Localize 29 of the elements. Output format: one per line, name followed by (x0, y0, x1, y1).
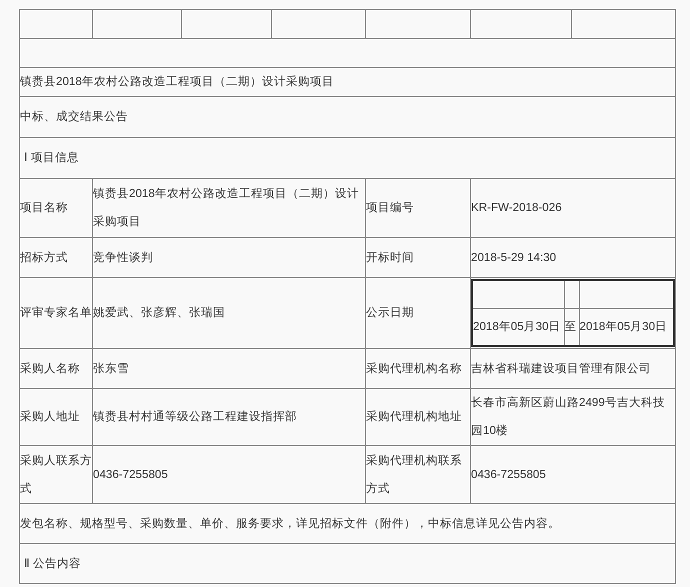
table-cell: 项目编号 (366, 178, 470, 238)
table-cell: 招标方式 (20, 238, 92, 278)
table-cell: 采购人名称 (20, 348, 92, 388)
table-cell: 2018年05月30日 (472, 308, 564, 346)
table-cell: 张东雪 (92, 348, 366, 388)
table-cell: 发包名称、规格型号、采购数量、单价、服务要求，详见招标文件（附件），中标信息详见公告内容。 (20, 504, 676, 544)
table-cell: 采购人联系方式 (20, 446, 92, 504)
table-cell: 项目名称 (20, 178, 92, 238)
table-cell: 采购人地址 (20, 388, 92, 446)
table-cell: 竞争性谈判 (92, 238, 366, 278)
table-cell: 开标时间 (366, 238, 470, 278)
table-cell: Ⅰ 项目信息 (20, 138, 676, 178)
table-cell: 公示日期 (366, 278, 470, 348)
table-cell: KR-FW-2018-026 (470, 178, 676, 238)
table-cell: 镇赉县村村通等级公路工程建设指挥部 (92, 388, 366, 446)
table-cell: 姚爱武、张彦辉、张瑞国 (92, 278, 366, 348)
table-cell: Ⅱ 公告内容 (20, 544, 676, 584)
table-cell: 镇赉县2018年农村公路改造工程项目（二期）设计采购项目 (20, 68, 676, 96)
table-cell: 长春市高新区蔚山路2499号吉大科技园10楼 (470, 388, 676, 446)
table-cell: 采购代理机构名称 (366, 348, 470, 388)
table-cell: 采购代理机构联系方式 (366, 446, 470, 504)
table-cell: 0436-7255805 (470, 446, 676, 504)
table-cell: 吉林省科瑞建设项目管理有限公司 (470, 348, 676, 388)
table-cell: 0436-7255805 (92, 446, 366, 504)
table-cell: 中标、成交结果公告 (20, 96, 676, 138)
table-cell: 评审专家名单 (20, 278, 92, 348)
table-cell: 2018-5-29 14:30 (470, 238, 676, 278)
table-cell: 采购代理机构地址 (366, 388, 470, 446)
table-cell: 镇赉县2018年农村公路改造工程项目（二期）设计采购项目 (92, 178, 366, 238)
